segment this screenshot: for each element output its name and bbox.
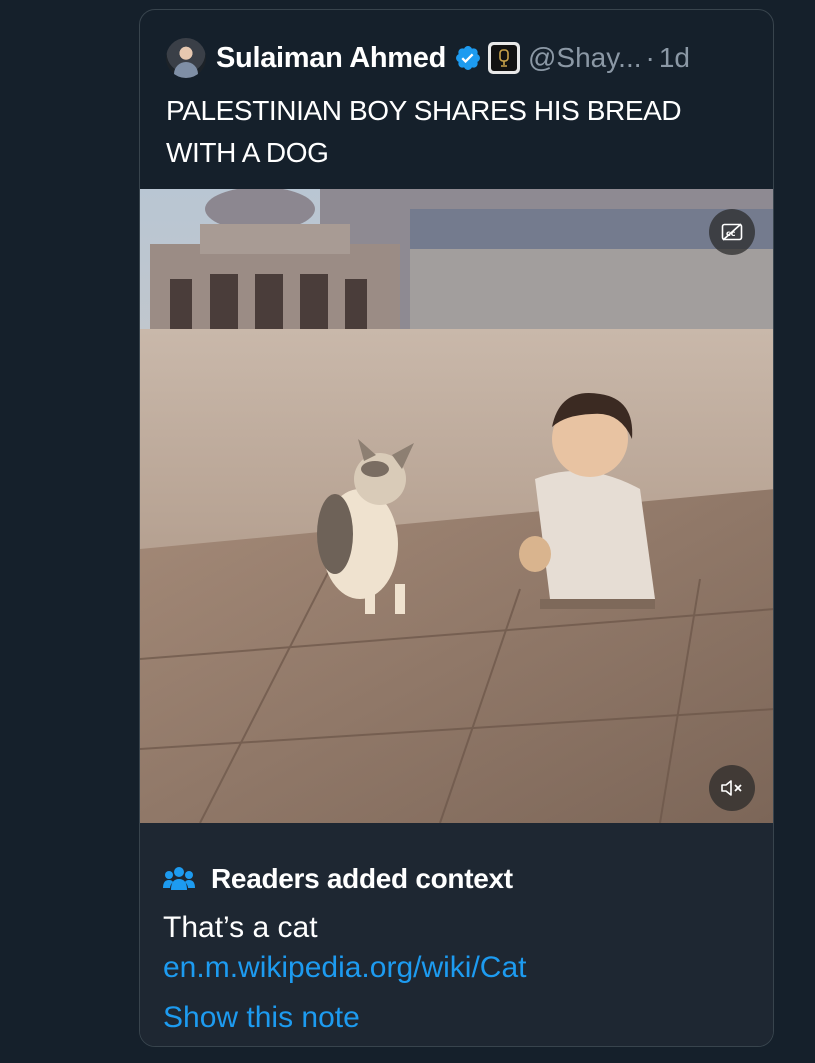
tweet-card[interactable]: Sulaiman Ahmed @Shay... · 1d PALESTINIAN… — [139, 9, 774, 1047]
community-note-title: Readers added context — [211, 863, 513, 894]
mute-button[interactable] — [709, 765, 755, 811]
separator-dot: · — [645, 42, 655, 73]
show-note-button[interactable]: Show this note — [163, 1001, 360, 1035]
community-note-header: Readers added context — [163, 863, 513, 895]
people-icon — [163, 867, 195, 890]
author-name[interactable]: Sulaiman Ahmed — [216, 42, 446, 75]
community-note-text: That’s a cat — [163, 911, 318, 944]
tweet-text: PALESTINIAN BOY SHARES HIS BREAD WITH A … — [166, 95, 682, 168]
captions-button[interactable]: cc — [709, 209, 755, 255]
video-frame — [140, 189, 773, 823]
community-note-link[interactable]: en.m.wikipedia.org/wiki/Cat — [163, 951, 526, 985]
affiliate-badge-icon[interactable] — [488, 42, 520, 74]
tweet-header: Sulaiman Ahmed @Shay... · 1d — [166, 38, 690, 78]
volume-muted-icon — [721, 780, 742, 796]
captions-off-icon: cc — [721, 223, 743, 241]
avatar[interactable] — [166, 38, 206, 78]
verified-badge-icon[interactable] — [454, 44, 482, 72]
community-note: Readers added context That’s a cat en.m.… — [140, 823, 773, 1046]
video-player[interactable]: cc — [140, 189, 773, 823]
author-handle[interactable]: @Shay... — [528, 42, 642, 74]
timestamp[interactable]: 1d — [659, 42, 690, 74]
